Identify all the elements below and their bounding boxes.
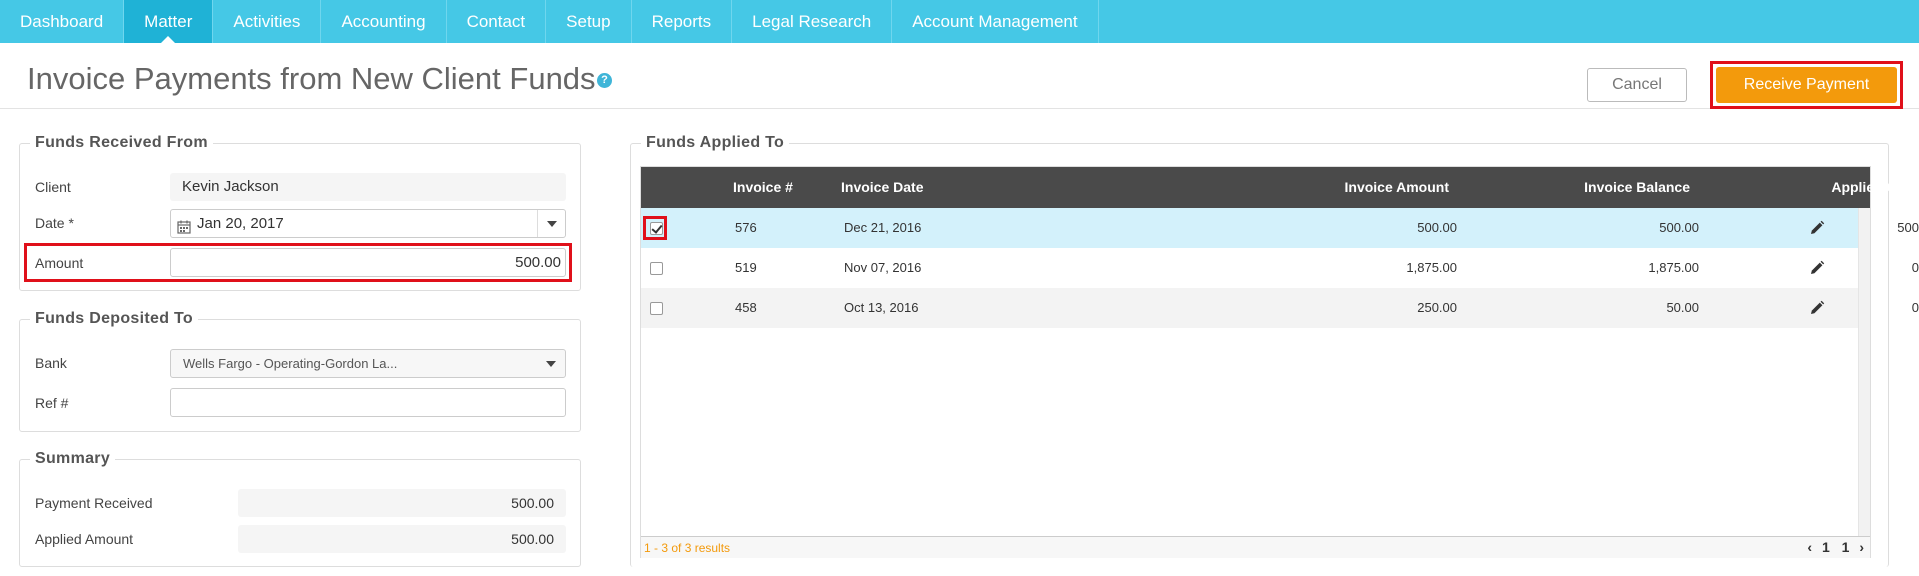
invoice-amount: 250.00 (1417, 300, 1457, 315)
column-header-invoice-amount[interactable]: Invoice Amount (1211, 167, 1450, 208)
date-value: Jan 20, 2017 (197, 215, 284, 232)
pencil-icon[interactable] (1809, 260, 1825, 276)
funds-applied-legend: Funds Applied To (641, 134, 790, 152)
bank-select[interactable]: Wells Fargo - Operating-Gordon La... (170, 349, 566, 378)
page-title: Invoice Payments from New Client Funds (27, 61, 596, 96)
column-header-invoice-balance[interactable]: Invoice Balance (1451, 167, 1690, 208)
amount-value: 500.00 (515, 254, 561, 271)
applied-amount-value: 500.00 (238, 525, 566, 553)
receive-payment-button[interactable]: Receive Payment (1716, 67, 1897, 103)
funds-deposited-panel: Funds Deposited To Bank Wells Fargo - Op… (19, 310, 581, 432)
column-header-invoice-date[interactable]: Invoice Date (841, 167, 923, 208)
invoice-number: 519 (735, 260, 757, 275)
bank-value: Wells Fargo - Operating-Gordon La... (183, 356, 398, 371)
pagination: ‹ 1 1 › (1807, 539, 1864, 555)
invoice-date: Dec 21, 2016 (844, 220, 922, 235)
table-row[interactable]: 576 Dec 21, 2016 500.00 500.00 500.00 (641, 208, 1919, 248)
date-picker[interactable]: Jan 20, 2017 (170, 209, 566, 238)
invoice-balance: 500.00 (1659, 220, 1699, 235)
summary-panel: Summary Payment Received 500.00 Applied … (19, 450, 581, 567)
funds-received-panel: Funds Received From Client Kevin Jackson… (19, 134, 581, 291)
table-scrollbar[interactable] (1858, 208, 1870, 536)
applied-amount-label: Applied Amount (35, 531, 134, 547)
date-label: Date * (35, 215, 74, 231)
cancel-button[interactable]: Cancel (1587, 68, 1687, 102)
nav-item-account-management[interactable]: Account Management (892, 0, 1099, 43)
amount-label: Amount (35, 255, 84, 271)
chevron-down-icon[interactable] (537, 350, 565, 377)
invoice-balance: 1,875.00 (1648, 260, 1699, 275)
checkbox-highlight (643, 216, 667, 240)
ref-input[interactable] (170, 388, 566, 417)
current-page[interactable]: 1 (1822, 539, 1830, 555)
applied-credit: 500.00 (1897, 220, 1919, 235)
nav-item-matter[interactable]: Matter (124, 0, 214, 43)
table-row[interactable]: 519 Nov 07, 2016 1,875.00 1,875.00 0.00 (641, 248, 1919, 288)
nav-item-legal-research[interactable]: Legal Research (732, 0, 893, 43)
table-row[interactable]: 458 Oct 13, 2016 250.00 50.00 0.00 (641, 288, 1919, 328)
page-header: Invoice Payments from New Client Funds ?… (0, 43, 1919, 109)
invoice-balance: 50.00 (1666, 300, 1699, 315)
summary-legend: Summary (30, 450, 116, 468)
row-checkbox[interactable] (650, 262, 663, 275)
invoice-date: Oct 13, 2016 (844, 300, 919, 315)
invoice-amount: 1,875.00 (1406, 260, 1457, 275)
column-header-invoice-number[interactable]: Invoice # (733, 167, 793, 208)
nav-item-contact[interactable]: Contact (447, 0, 547, 43)
pencil-icon[interactable] (1809, 300, 1825, 316)
amount-input[interactable]: 500.00 (170, 248, 566, 277)
row-checkbox[interactable] (650, 302, 663, 315)
ref-label: Ref # (35, 395, 69, 411)
nav-item-accounting[interactable]: Accounting (321, 0, 447, 43)
nav-item-dashboard[interactable]: Dashboard (0, 0, 125, 43)
client-label: Client (35, 179, 71, 195)
funds-received-legend: Funds Received From (30, 134, 213, 152)
prev-page-icon[interactable]: ‹ (1807, 539, 1812, 555)
applied-credit: 0.00 (1911, 300, 1919, 315)
invoice-table-header: Invoice # Invoice Date Invoice Amount In… (641, 167, 1919, 208)
invoice-number: 576 (735, 220, 757, 235)
results-count: 1 - 3 of 3 results (644, 541, 731, 555)
payment-received-label: Payment Received (35, 495, 153, 511)
invoice-date: Nov 07, 2016 (844, 260, 922, 275)
invoice-table: Invoice # Invoice Date Invoice Amount In… (640, 166, 1919, 558)
bank-label: Bank (35, 355, 67, 371)
table-footer: 1 - 3 of 3 results ‹ 1 1 › (641, 536, 1870, 558)
calendar-icon (177, 216, 191, 234)
applied-credit: 0.00 (1911, 260, 1919, 275)
nav-item-reports[interactable]: Reports (632, 0, 733, 43)
next-page-icon[interactable]: › (1859, 539, 1864, 555)
top-navigation: Dashboard Matter Activities Accounting C… (0, 0, 1919, 43)
total-pages: 1 (1841, 539, 1850, 555)
invoice-amount: 500.00 (1417, 220, 1457, 235)
help-icon[interactable]: ? (597, 73, 612, 88)
pencil-icon[interactable] (1809, 220, 1825, 236)
funds-deposited-legend: Funds Deposited To (30, 310, 198, 328)
payment-received-value: 500.00 (238, 489, 566, 517)
column-header-applied-credit[interactable]: Applied Credit (1691, 167, 1919, 208)
invoice-number: 458 (735, 300, 757, 315)
chevron-down-icon[interactable] (537, 210, 565, 237)
nav-item-setup[interactable]: Setup (546, 0, 632, 43)
client-value: Kevin Jackson (170, 173, 566, 201)
nav-item-activities[interactable]: Activities (213, 0, 322, 43)
